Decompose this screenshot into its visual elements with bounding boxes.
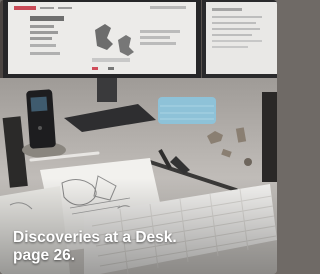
- caption-title: Discoveries at a Desk.: [13, 229, 177, 246]
- caption-page-reference: page 26.: [13, 247, 76, 264]
- caption: Discoveries at a Desk. page 26.: [13, 229, 263, 265]
